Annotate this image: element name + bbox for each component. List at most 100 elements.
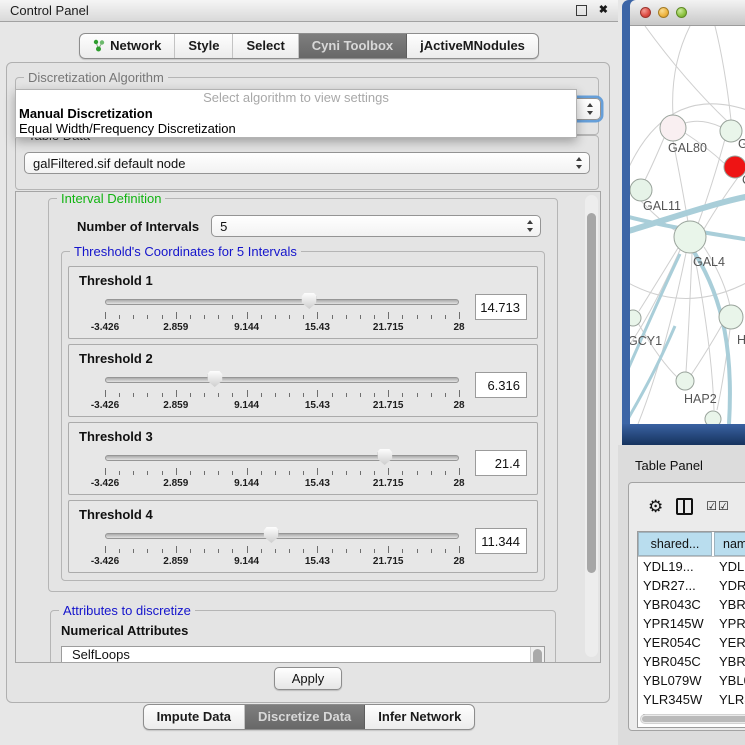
table-cell[interactable]: YBR043C: [638, 597, 712, 612]
table-data-value: galFiltered.sif default node: [33, 156, 185, 171]
tick-label: 15.43: [305, 556, 330, 567]
tick-label: -3.426: [91, 478, 119, 489]
table-data-select[interactable]: galFiltered.sif default node: [24, 152, 590, 174]
tab-infer-network[interactable]: Infer Network: [365, 705, 474, 729]
tick-label: 28: [453, 322, 464, 333]
slider-thumb[interactable]: [302, 293, 317, 309]
table-hscroll-thumb[interactable]: [642, 716, 745, 722]
tick-label: 2.859: [163, 556, 188, 567]
table-cell[interactable]: YLR345W: [712, 692, 745, 707]
network-node[interactable]: [674, 221, 706, 253]
settings-scrollbar-thumb[interactable]: [587, 213, 596, 573]
attribute-list-item[interactable]: SelfLoops: [62, 647, 544, 663]
number-of-intervals-select[interactable]: 5: [211, 215, 541, 237]
table-row[interactable]: YPR145WYPR145W: [638, 614, 745, 633]
network-node[interactable]: [676, 372, 694, 390]
zoom-traffic-light[interactable]: [676, 7, 687, 18]
threshold-1-slider[interactable]: -3.4262.8599.14415.4321.71528: [105, 292, 459, 336]
select-columns-icon[interactable]: ☑☑: [706, 500, 730, 512]
cyni-content-panel: Discretization Algorithm Select algorith…: [6, 62, 610, 703]
table-cell[interactable]: YPR145W: [638, 616, 712, 631]
tab-jactivemnodules[interactable]: jActiveMNodules: [407, 34, 538, 58]
slider-ticks: [105, 546, 459, 554]
interval-definition-group: Interval Definition Number of Intervals …: [48, 198, 558, 592]
close-icon[interactable]: ✖: [599, 5, 608, 16]
threshold-2-slider[interactable]: -3.4262.8599.14415.4321.71528: [105, 370, 459, 414]
network-node-label: H: [737, 333, 745, 347]
slider-thumb[interactable]: [264, 527, 279, 543]
table-cell[interactable]: YLR345W: [638, 692, 712, 707]
list-scrollbar[interactable]: [530, 647, 544, 663]
minimize-traffic-light[interactable]: [658, 7, 669, 18]
table-rows: YDL19...YDL19...YDR27...YDR27...YBR043CY…: [638, 557, 745, 728]
apply-row: Apply: [7, 667, 609, 690]
threshold-3-value-field[interactable]: 21.4: [475, 450, 527, 476]
threshold-3-slider[interactable]: -3.4262.8599.14415.4321.71528: [105, 448, 459, 492]
table-cell[interactable]: YDL19...: [712, 559, 745, 574]
top-tab-bar: Network Style Select Cyni Toolbox jActiv…: [0, 33, 618, 59]
network-node[interactable]: [719, 305, 743, 329]
tab-impute-data[interactable]: Impute Data: [144, 705, 245, 729]
slider-track[interactable]: [105, 455, 459, 461]
table-cell[interactable]: YBL079W: [638, 673, 712, 688]
threshold-4-value-field[interactable]: 11.344: [475, 528, 527, 554]
table-cell[interactable]: YPR145W: [712, 616, 745, 631]
table-cell[interactable]: YDR27...: [712, 578, 745, 593]
network-window-titlebar[interactable]: [630, 0, 745, 26]
table-toolbar: ⚙ ☑☑: [629, 483, 745, 529]
slider-track[interactable]: [105, 533, 459, 539]
table-cell[interactable]: YDR27...: [638, 578, 712, 593]
network-node[interactable]: [705, 411, 721, 424]
column-header-shared-name[interactable]: shared...: [638, 532, 712, 556]
close-traffic-light[interactable]: [640, 7, 651, 18]
dropdown-option-manual[interactable]: Manual Discretization: [16, 106, 576, 121]
dropdown-option-equal-width[interactable]: Equal Width/Frequency Discretization: [16, 121, 576, 136]
table-cell[interactable]: YER054C: [712, 635, 745, 650]
float-window-icon[interactable]: [576, 5, 587, 16]
tab-cyni-toolbox[interactable]: Cyni Toolbox: [299, 34, 407, 58]
network-canvas[interactable]: GAL80GACGAL11GAL4GCY1HHAP2: [630, 26, 745, 424]
table-horizontal-scrollbar[interactable]: [640, 714, 745, 724]
table-row[interactable]: YBL079WYBL079W: [638, 671, 745, 690]
combo-arrows-icon: [527, 220, 534, 232]
table-row[interactable]: YBR045CYBR045C: [638, 652, 745, 671]
table-row[interactable]: YER054CYER054C: [638, 633, 745, 652]
network-node[interactable]: [660, 115, 686, 141]
table-cell[interactable]: YDL19...: [638, 559, 712, 574]
slider-thumb[interactable]: [377, 449, 392, 465]
network-node-label: GAL80: [668, 141, 707, 155]
threshold-1-value-field[interactable]: 14.713: [475, 294, 527, 320]
table-row[interactable]: YLR345WYLR345W: [638, 690, 745, 709]
column-header-name[interactable]: name: [714, 532, 745, 556]
columns-icon[interactable]: [676, 498, 693, 515]
slider-ticks: [105, 468, 459, 476]
tick-label: -3.426: [91, 556, 119, 567]
table-row[interactable]: YDR27...YDR27...: [638, 576, 745, 595]
slider-tick-labels: -3.4262.8599.14415.4321.71528: [105, 478, 459, 490]
threshold-4-slider[interactable]: -3.4262.8599.14415.4321.71528: [105, 526, 459, 570]
table-cell[interactable]: YBL079W: [712, 673, 745, 688]
list-scrollbar-thumb[interactable]: [533, 649, 542, 663]
threshold-2-value-field[interactable]: 6.316: [475, 372, 527, 398]
threshold-3-block: Threshold 3 -3.4262.8599.14415.4321.7152…: [68, 422, 538, 495]
tab-network[interactable]: Network: [80, 34, 175, 58]
tab-style[interactable]: Style: [175, 34, 233, 58]
slider-thumb[interactable]: [207, 371, 222, 387]
table-cell[interactable]: YBR043C: [712, 597, 745, 612]
table-row[interactable]: YBR043CYBR043C: [638, 595, 745, 614]
settings-scrollbar[interactable]: [585, 195, 598, 657]
table-row[interactable]: YDL19...YDL19...: [638, 557, 745, 576]
threshold-4-label: Threshold 4: [79, 507, 527, 522]
apply-button[interactable]: Apply: [274, 667, 343, 690]
table-cell[interactable]: YER054C: [638, 635, 712, 650]
slider-track[interactable]: [105, 299, 459, 305]
tab-discretize-data[interactable]: Discretize Data: [245, 705, 365, 729]
network-node[interactable]: [630, 179, 652, 201]
tab-select[interactable]: Select: [233, 34, 298, 58]
table-cell[interactable]: YBR045C: [712, 654, 745, 669]
slider-track[interactable]: [105, 377, 459, 383]
network-tab-icon: [93, 39, 105, 52]
network-node[interactable]: [630, 310, 641, 326]
gear-icon[interactable]: ⚙: [648, 498, 663, 515]
table-cell[interactable]: YBR045C: [638, 654, 712, 669]
